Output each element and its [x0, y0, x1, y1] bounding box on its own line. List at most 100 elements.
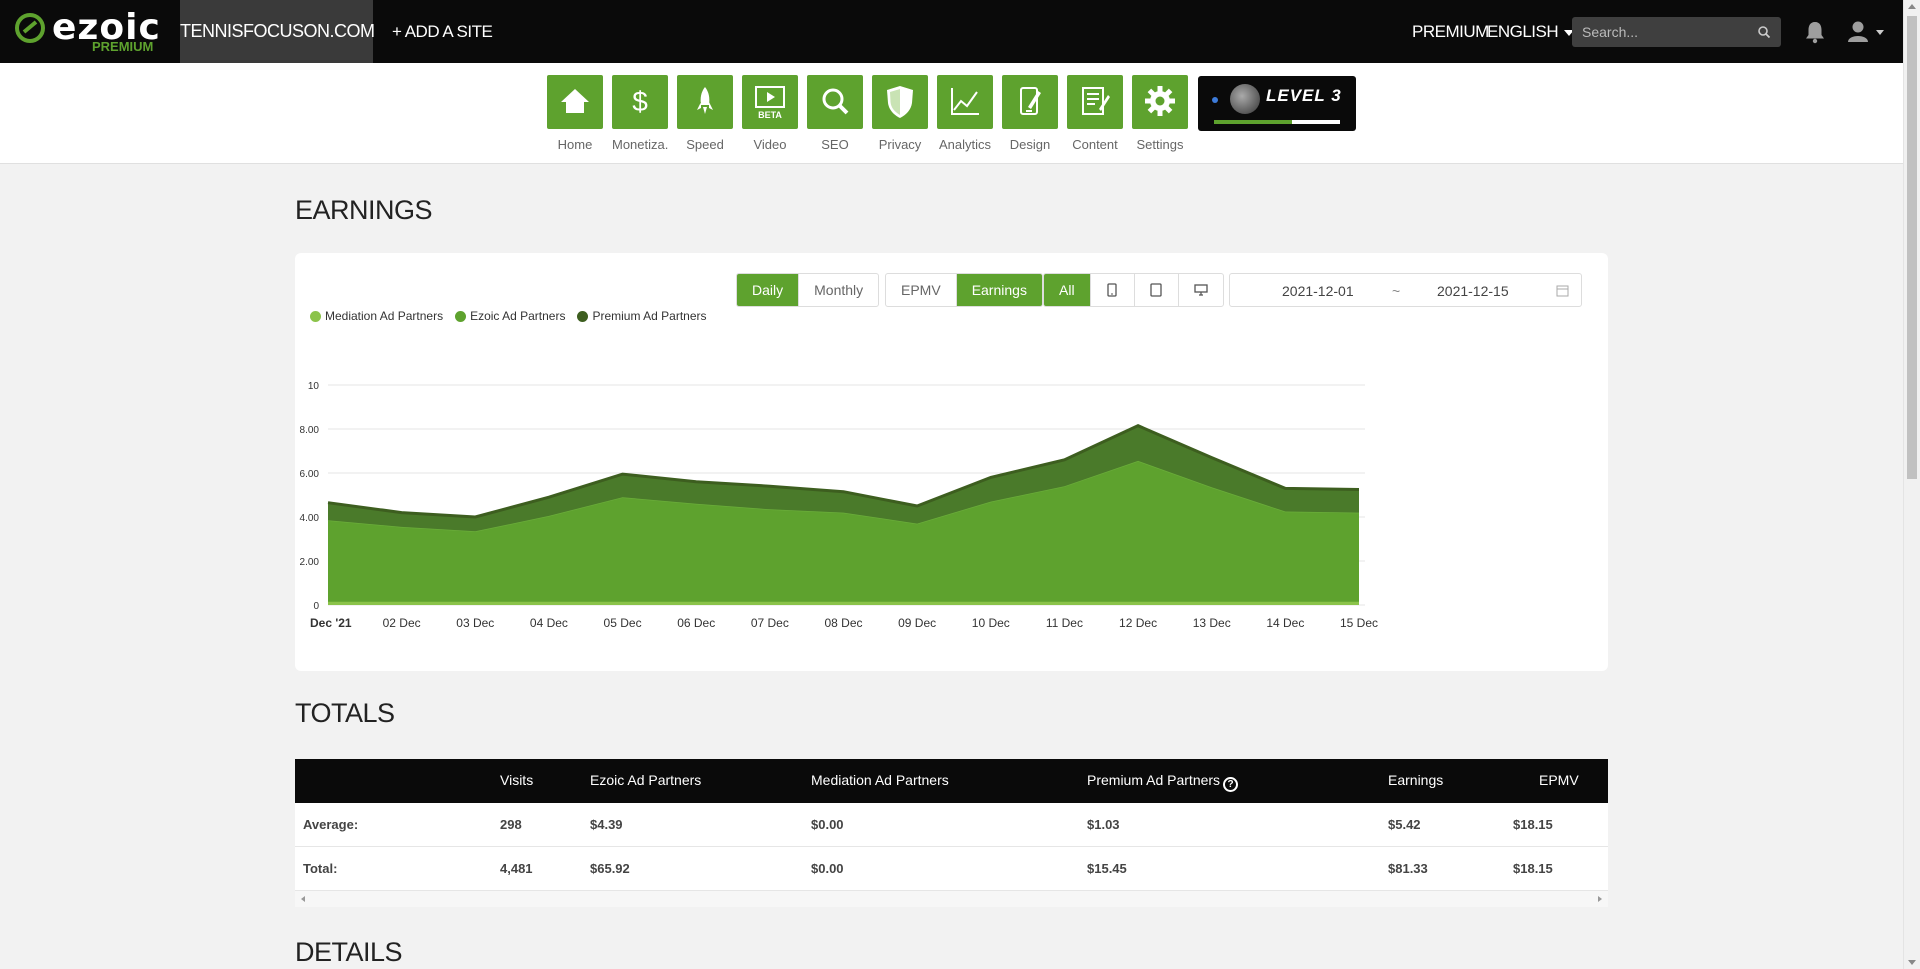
svg-text:$: $ [632, 86, 648, 117]
date-separator: ~ [1392, 283, 1401, 299]
cell-ezoic: $4.39 [590, 817, 623, 832]
avatar [1230, 84, 1260, 114]
desktop-device-button[interactable] [1179, 274, 1223, 306]
date-end[interactable]: 2021-12-15 [1437, 283, 1509, 299]
earnings-button[interactable]: Earnings [956, 274, 1042, 306]
nav-home[interactable]: Home [547, 75, 603, 152]
magnifier-icon [822, 88, 849, 115]
y-tick-label: 10 [308, 381, 320, 392]
line-chart-icon [951, 88, 979, 115]
date-range-picker[interactable]: 2021-12-01 ~ 2021-12-15 [1229, 273, 1582, 307]
y-tick-label: 4.00 [300, 513, 320, 524]
mobile-device-button[interactable] [1091, 274, 1135, 306]
search-icon[interactable] [1757, 25, 1771, 39]
scroll-right-icon[interactable] [1598, 896, 1602, 902]
home-icon [561, 89, 589, 113]
all-devices-button[interactable]: All [1044, 274, 1091, 306]
x-tick-label: 10 Dec [972, 616, 1010, 630]
header-epmv[interactable]: EPMV [1539, 772, 1579, 788]
desktop-icon [1193, 284, 1208, 296]
notification-bell-icon[interactable] [1804, 20, 1826, 44]
header-earnings[interactable]: Earnings [1388, 772, 1443, 788]
date-start[interactable]: 2021-12-01 [1282, 283, 1354, 299]
nav-label: Home [557, 137, 593, 152]
nav-label: Content [1072, 137, 1118, 152]
y-tick-label: 2.00 [300, 557, 320, 568]
cell-epmv: $18.15 [1513, 817, 1553, 832]
legend-swatch [577, 310, 589, 322]
mobile-icon [1107, 283, 1117, 297]
nav-settings[interactable]: Settings [1132, 75, 1188, 152]
language-dropdown[interactable]: ENGLISH [1487, 0, 1575, 63]
nav-content[interactable]: Content [1067, 75, 1123, 152]
add-site-link[interactable]: + ADD A SITE [392, 0, 493, 63]
level-progress-fill [1214, 120, 1293, 124]
tablet-icon [1150, 283, 1162, 297]
user-menu-icon[interactable] [1846, 20, 1886, 44]
cell-mediation: $0.00 [811, 861, 844, 876]
x-tick-label: 05 Dec [604, 616, 642, 630]
shield-icon [887, 86, 913, 118]
nav-monetization[interactable]: $ Monetiza... [612, 75, 668, 152]
nav-speed[interactable]: Speed [677, 75, 733, 152]
search-box [1572, 17, 1781, 47]
current-site-tab[interactable]: TENNISFOCUSON.COM [180, 0, 375, 63]
page-scrollbar[interactable] [1903, 0, 1920, 969]
help-icon[interactable]: ? [1223, 777, 1239, 792]
premium-link[interactable]: PREMIUM [1412, 0, 1489, 63]
cell-mediation: $0.00 [811, 817, 844, 832]
level-badge[interactable]: LEVEL 3 [1198, 76, 1356, 131]
table-row: Total: 4,481 $65.92 $0.00 $15.45 $81.33 … [295, 847, 1608, 891]
x-tick-label: 02 Dec [383, 616, 421, 630]
x-tick-label: 03 Dec [456, 616, 494, 630]
row-label: Average: [303, 817, 359, 832]
x-tick-label: 07 Dec [751, 616, 789, 630]
legend-item[interactable]: Mediation Ad Partners [310, 309, 443, 323]
details-title: DETAILS [295, 937, 403, 967]
header-ezoic-ad-partners[interactable]: Ezoic Ad Partners [590, 772, 701, 788]
row-label: Total: [303, 861, 338, 876]
logo-tier: PREMIUM [92, 39, 154, 54]
level-progress-bar [1214, 120, 1340, 124]
monthly-button[interactable]: Monthly [799, 274, 878, 306]
daily-button[interactable]: Daily [737, 274, 800, 306]
tablet-device-button[interactable] [1135, 274, 1179, 306]
x-tick-label: 11 Dec [1046, 616, 1083, 630]
header-premium-ad-partners[interactable]: Premium Ad Partners? [1087, 772, 1239, 792]
nav-seo[interactable]: SEO [807, 75, 863, 152]
ezoic-logo[interactable]: ezoic PREMIUM [14, 10, 164, 54]
nav-video[interactable]: BETA Video [742, 75, 798, 152]
x-tick-label: 04 Dec [530, 616, 568, 630]
legend-item[interactable]: Premium Ad Partners [577, 309, 707, 323]
legend-item[interactable]: Ezoic Ad Partners [455, 309, 565, 323]
scrollbar-thumb[interactable] [1907, 16, 1917, 479]
cell-earnings: $5.42 [1388, 817, 1421, 832]
earnings-chart-card: Daily Monthly EPMV Earnings All 2021-12-… [295, 253, 1608, 671]
table-horizontal-scrollbar[interactable] [295, 891, 1608, 907]
scroll-left-icon[interactable] [301, 896, 305, 902]
header-mediation-ad-partners[interactable]: Mediation Ad Partners [811, 772, 949, 788]
cell-visits: 298 [500, 817, 522, 832]
table-row: Average: 298 $4.39 $0.00 $1.03 $5.42 $18… [295, 803, 1608, 847]
header-visits[interactable]: Visits [500, 772, 533, 788]
legend-label: Premium Ad Partners [592, 309, 707, 323]
nav-label: Settings [1136, 137, 1184, 152]
search-input[interactable] [1582, 17, 1752, 47]
earnings-title: EARNINGS [295, 195, 433, 225]
design-icon [1020, 87, 1041, 115]
top-navigation-bar: ezoic PREMIUM TENNISFOCUSON.COM + ADD A … [0, 0, 1903, 63]
section-icon-nav: Home $ Monetiza... Speed BETA Video SEO … [0, 63, 1903, 164]
scroll-up-icon[interactable] [1908, 4, 1916, 9]
nav-analytics[interactable]: Analytics [937, 75, 993, 152]
nav-privacy[interactable]: Privacy [872, 75, 928, 152]
nav-design[interactable]: Design [1002, 75, 1058, 152]
totals-title: TOTALS [295, 698, 395, 728]
header-premium-label: Premium Ad Partners [1087, 772, 1221, 788]
table-header: Visits Ezoic Ad Partners Mediation Ad Pa… [295, 759, 1608, 803]
cell-epmv: $18.15 [1513, 861, 1553, 876]
rocket-icon [697, 87, 713, 114]
nav-label: Monetiza... [612, 137, 668, 152]
scroll-down-icon[interactable] [1908, 960, 1916, 965]
cell-ezoic: $65.92 [590, 861, 630, 876]
epmv-button[interactable]: EPMV [886, 274, 957, 306]
